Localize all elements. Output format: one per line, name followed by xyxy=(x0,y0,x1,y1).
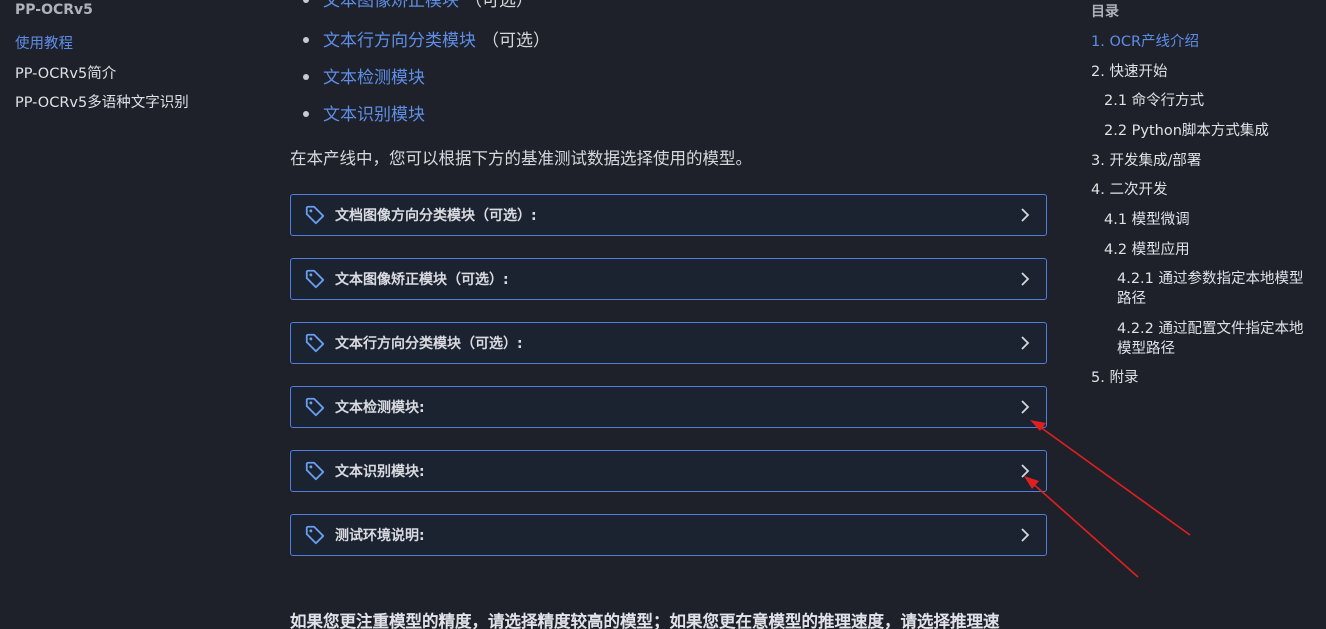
bullet-dot xyxy=(303,37,309,43)
arrow-annotation-detection xyxy=(1030,420,1191,536)
toc-item-secondary-dev[interactable]: 4. 二次开发 xyxy=(1091,180,1167,200)
toc-item-appendix[interactable]: 5. 附录 xyxy=(1091,368,1138,388)
toc-heading: 目录 xyxy=(1091,4,1119,20)
accordion-test-environment[interactable]: 测试环境说明: xyxy=(290,514,1047,556)
toc-item-python-script[interactable]: 2.2 Python脚本方式集成 xyxy=(1104,121,1269,141)
toc-item-finetune[interactable]: 4.1 模型微调 xyxy=(1104,210,1190,230)
tag-icon xyxy=(305,269,325,289)
optional-note: （可选） xyxy=(482,31,550,51)
list-item: 文本识别模块 xyxy=(290,100,425,125)
tag-icon xyxy=(305,525,325,545)
bullet-dot xyxy=(303,111,309,117)
accordion-text-detection[interactable]: 文本检测模块: xyxy=(290,386,1047,428)
tag-icon xyxy=(305,205,325,225)
toc-item-param-path[interactable]: 4.2.1 通过参数指定本地模型路径 xyxy=(1117,269,1317,309)
sidebar-item-tutorial[interactable]: 使用教程 xyxy=(15,32,73,53)
list-item: 文本图像矫正模块 （可选） xyxy=(290,0,533,11)
accordion-textline-orientation[interactable]: 文本行方向分类模块（可选）: xyxy=(290,322,1047,364)
module-link[interactable]: 文本图像矫正模块 xyxy=(323,0,459,11)
accordion-label: 测试环境说明: xyxy=(335,528,425,544)
accordion-doc-orientation[interactable]: 文档图像方向分类模块（可选）: xyxy=(290,194,1047,236)
tag-icon xyxy=(305,397,325,417)
bullet-dot xyxy=(303,74,309,80)
toc-item-deploy[interactable]: 3. 开发集成/部署 xyxy=(1091,151,1201,171)
module-link[interactable]: 文本行方向分类模块 xyxy=(323,31,476,51)
tag-icon xyxy=(305,333,325,353)
toc-item-quick-start[interactable]: 2. 快速开始 xyxy=(1091,62,1167,82)
intro-paragraph: 在本产线中，您可以根据下方的基准测试数据选择使用的模型。 xyxy=(290,149,752,168)
tag-icon xyxy=(305,461,325,481)
bottom-paragraph: 如果您更注重模型的精度，请选择精度较高的模型；如果您更在意模型的推理速度，请选择… xyxy=(290,612,1000,629)
chevron-right-icon xyxy=(1021,336,1030,350)
chevron-right-icon xyxy=(1021,400,1030,414)
accordion-image-unwarping[interactable]: 文本图像矫正模块（可选）: xyxy=(290,258,1047,300)
module-link[interactable]: 文本检测模块 xyxy=(323,68,425,88)
accordion-text-recognition[interactable]: 文本识别模块: xyxy=(290,450,1047,492)
sidebar-section-title: PP-OCRv5 xyxy=(15,2,93,18)
toc-item-cli[interactable]: 2.1 命令行方式 xyxy=(1104,91,1204,111)
module-link[interactable]: 文本识别模块 xyxy=(323,105,425,125)
chevron-right-icon xyxy=(1021,464,1030,478)
accordion-label: 文本识别模块: xyxy=(335,464,425,480)
toc-item-config-path[interactable]: 4.2.2 通过配置文件指定本地模型路径 xyxy=(1117,319,1317,359)
bullet-dot xyxy=(303,0,309,3)
accordion-label: 文本行方向分类模块（可选）: xyxy=(335,336,523,352)
list-item: 文本行方向分类模块 （可选） xyxy=(290,26,550,51)
chevron-right-icon xyxy=(1021,272,1030,286)
chevron-right-icon xyxy=(1021,528,1030,542)
list-item: 文本检测模块 xyxy=(290,63,425,88)
optional-note: （可选） xyxy=(465,0,533,11)
accordion-label: 文本图像矫正模块（可选）: xyxy=(335,272,509,288)
toc-item-ocr-intro[interactable]: 1. OCR产线介绍 xyxy=(1091,32,1199,52)
accordion-label: 文档图像方向分类模块（可选）: xyxy=(335,208,537,224)
chevron-right-icon xyxy=(1021,208,1030,222)
accordion-label: 文本检测模块: xyxy=(335,400,425,416)
sidebar-item-multilingual[interactable]: PP-OCRv5多语种文字识别 xyxy=(15,91,189,112)
sidebar-item-intro[interactable]: PP-OCRv5简介 xyxy=(15,62,116,83)
toc-item-model-app[interactable]: 4.2 模型应用 xyxy=(1104,240,1190,260)
